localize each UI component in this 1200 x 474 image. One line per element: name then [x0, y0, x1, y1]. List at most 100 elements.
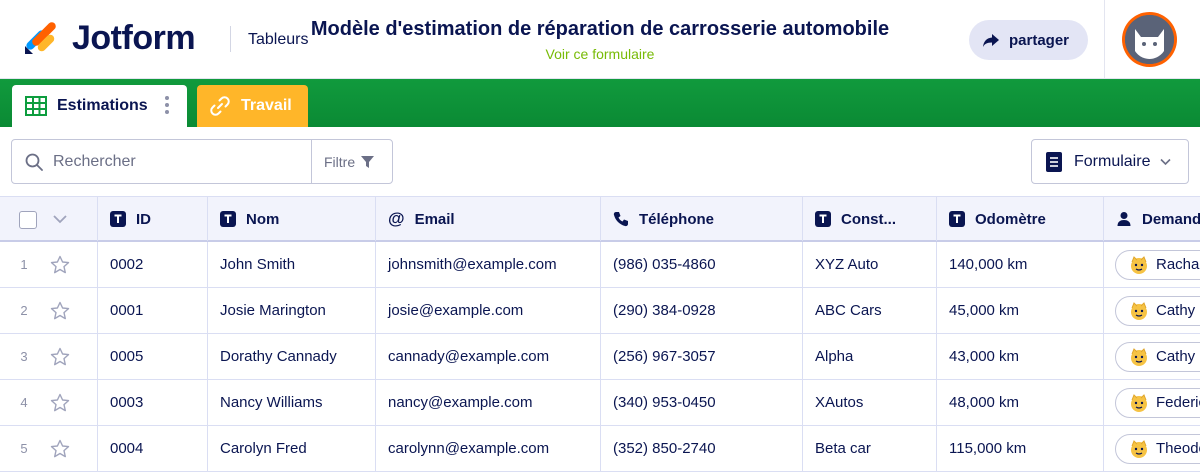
table-row[interactable]: 5 0004 Carolyn Fred carolynn@example.com (35… — [0, 426, 1200, 472]
cell-id[interactable]: 0004 — [98, 426, 208, 471]
column-header-demand[interactable]: Demand — [1104, 197, 1200, 241]
cell-telephone[interactable]: (256) 967-3057 — [601, 334, 803, 379]
cell-demand[interactable]: Federic — [1104, 380, 1200, 425]
user-face-icon — [1129, 301, 1149, 321]
table-row[interactable]: 4 0003 Nancy Williams nancy@example.com (340… — [0, 380, 1200, 426]
row-number: 1 — [20, 257, 28, 272]
cell-nom[interactable]: Dorathy Cannady — [208, 334, 376, 379]
row-index-cell: 1 — [0, 242, 98, 287]
tab-estimations[interactable]: Estimations — [12, 85, 187, 127]
text-field-icon — [220, 211, 236, 227]
cell-id[interactable]: 0005 — [98, 334, 208, 379]
tab-label: Travail — [241, 97, 292, 114]
sheet-tab-bar: Estimations Travail — [0, 79, 1200, 127]
filter-button[interactable]: Filtre — [312, 140, 393, 183]
cell-email[interactable]: carolynn@example.com — [376, 426, 601, 471]
cell-demand[interactable]: Cathy F — [1104, 334, 1200, 379]
document-title-block: Modèle d'estimation de réparation de car… — [286, 17, 914, 67]
cell-demand[interactable]: Cathy F — [1104, 288, 1200, 333]
cell-const[interactable]: XAutos — [803, 380, 937, 425]
cell-email[interactable]: nancy@example.com — [376, 380, 601, 425]
user-face-icon — [1129, 347, 1149, 367]
row-number: 2 — [20, 303, 28, 318]
document-title[interactable]: Modèle d'estimation de réparation de car… — [286, 17, 914, 41]
column-header-const[interactable]: Const... — [803, 197, 937, 241]
user-chip-name: Cathy F — [1156, 348, 1200, 365]
at-sign-icon: @ — [388, 209, 405, 228]
jotform-logo-icon[interactable] — [22, 19, 62, 55]
cell-nom[interactable]: John Smith — [208, 242, 376, 287]
header-divider — [230, 26, 231, 52]
form-document-icon — [1046, 151, 1062, 172]
select-all-cell — [0, 197, 98, 241]
star-icon[interactable] — [50, 347, 70, 367]
user-chip-name: Federic — [1156, 394, 1200, 411]
star-icon[interactable] — [50, 255, 70, 275]
cell-email[interactable]: josie@example.com — [376, 288, 601, 333]
column-header-id[interactable]: ID — [98, 197, 208, 241]
user-chip[interactable]: Cathy F — [1115, 341, 1200, 372]
table-row[interactable]: 2 0001 Josie Marington josie@example.com (29… — [0, 288, 1200, 334]
cell-telephone[interactable]: (986) 035-4860 — [601, 242, 803, 287]
form-dropdown-button[interactable]: Formulaire — [1031, 139, 1189, 184]
cell-const[interactable]: XYZ Auto — [803, 242, 937, 287]
column-header-telephone[interactable]: Téléphone — [601, 197, 803, 241]
cell-telephone[interactable]: (352) 850-2740 — [601, 426, 803, 471]
link-icon — [210, 96, 230, 116]
search-input[interactable] — [53, 148, 308, 176]
column-label: Odomètre — [975, 210, 1046, 228]
tab-label: Estimations — [57, 97, 148, 114]
column-header-email[interactable]: @ Email — [376, 197, 601, 241]
share-button[interactable]: partager — [969, 20, 1088, 60]
cell-const[interactable]: Beta car — [803, 426, 937, 471]
cell-odometre[interactable]: 115,000 km — [937, 426, 1104, 471]
user-chip[interactable]: Cathy F — [1115, 295, 1200, 326]
star-icon[interactable] — [50, 439, 70, 459]
column-label: Const... — [841, 210, 896, 228]
column-header-nom[interactable]: Nom — [208, 197, 376, 241]
user-chip[interactable]: Federic — [1115, 387, 1200, 418]
user-chip-name: Theodo — [1156, 440, 1200, 457]
cell-odometre[interactable]: 48,000 km — [937, 380, 1104, 425]
column-header-odometre[interactable]: Odomètre — [937, 197, 1104, 241]
user-chip[interactable]: Theodo — [1115, 433, 1200, 464]
column-label: Nom — [246, 210, 280, 228]
cell-const[interactable]: ABC Cars — [803, 288, 937, 333]
cell-id[interactable]: 0003 — [98, 380, 208, 425]
cell-odometre[interactable]: 140,000 km — [937, 242, 1104, 287]
cell-id[interactable]: 0002 — [98, 242, 208, 287]
cell-telephone[interactable]: (340) 953-0450 — [601, 380, 803, 425]
user-chip[interactable]: Rachae — [1115, 249, 1200, 280]
cell-email[interactable]: cannady@example.com — [376, 334, 601, 379]
cell-odometre[interactable]: 43,000 km — [937, 334, 1104, 379]
data-table: ID Nom @ Email Téléphone Const... Odomèt… — [0, 196, 1200, 474]
select-all-checkbox[interactable] — [19, 211, 37, 229]
row-number: 4 — [20, 395, 28, 410]
chevron-down-icon[interactable] — [52, 213, 68, 225]
user-face-icon — [1129, 255, 1149, 275]
table-row[interactable]: 3 0005 Dorathy Cannady cannady@example.com(… — [0, 334, 1200, 380]
view-form-link[interactable]: Voir ce formulaire — [286, 44, 914, 64]
cell-email[interactable]: johnsmith@example.com — [376, 242, 601, 287]
chevron-down-icon — [1160, 158, 1172, 165]
brand-name[interactable]: Jotform — [72, 18, 196, 58]
cell-odometre[interactable]: 45,000 km — [937, 288, 1104, 333]
star-icon[interactable] — [50, 301, 70, 321]
cell-demand[interactable]: Theodo — [1104, 426, 1200, 471]
tab-menu-icon[interactable] — [165, 96, 169, 116]
cell-demand[interactable]: Rachae — [1104, 242, 1200, 287]
cell-id[interactable]: 0001 — [98, 288, 208, 333]
column-label: Demand — [1142, 210, 1200, 228]
cell-nom[interactable]: Carolyn Fred — [208, 426, 376, 471]
star-icon[interactable] — [50, 393, 70, 413]
table-row[interactable]: 1 0002 John Smith johnsmith@example.com (986… — [0, 242, 1200, 288]
tab-travail[interactable]: Travail — [197, 85, 308, 127]
cell-const[interactable]: Alpha — [803, 334, 937, 379]
cell-telephone[interactable]: (290) 384-0928 — [601, 288, 803, 333]
text-field-icon — [815, 211, 831, 227]
column-label: Email — [414, 210, 455, 228]
cell-nom[interactable]: Nancy Williams — [208, 380, 376, 425]
cell-nom[interactable]: Josie Marington — [208, 288, 376, 333]
user-avatar[interactable] — [1122, 12, 1177, 67]
column-label: Téléphone — [639, 210, 715, 228]
